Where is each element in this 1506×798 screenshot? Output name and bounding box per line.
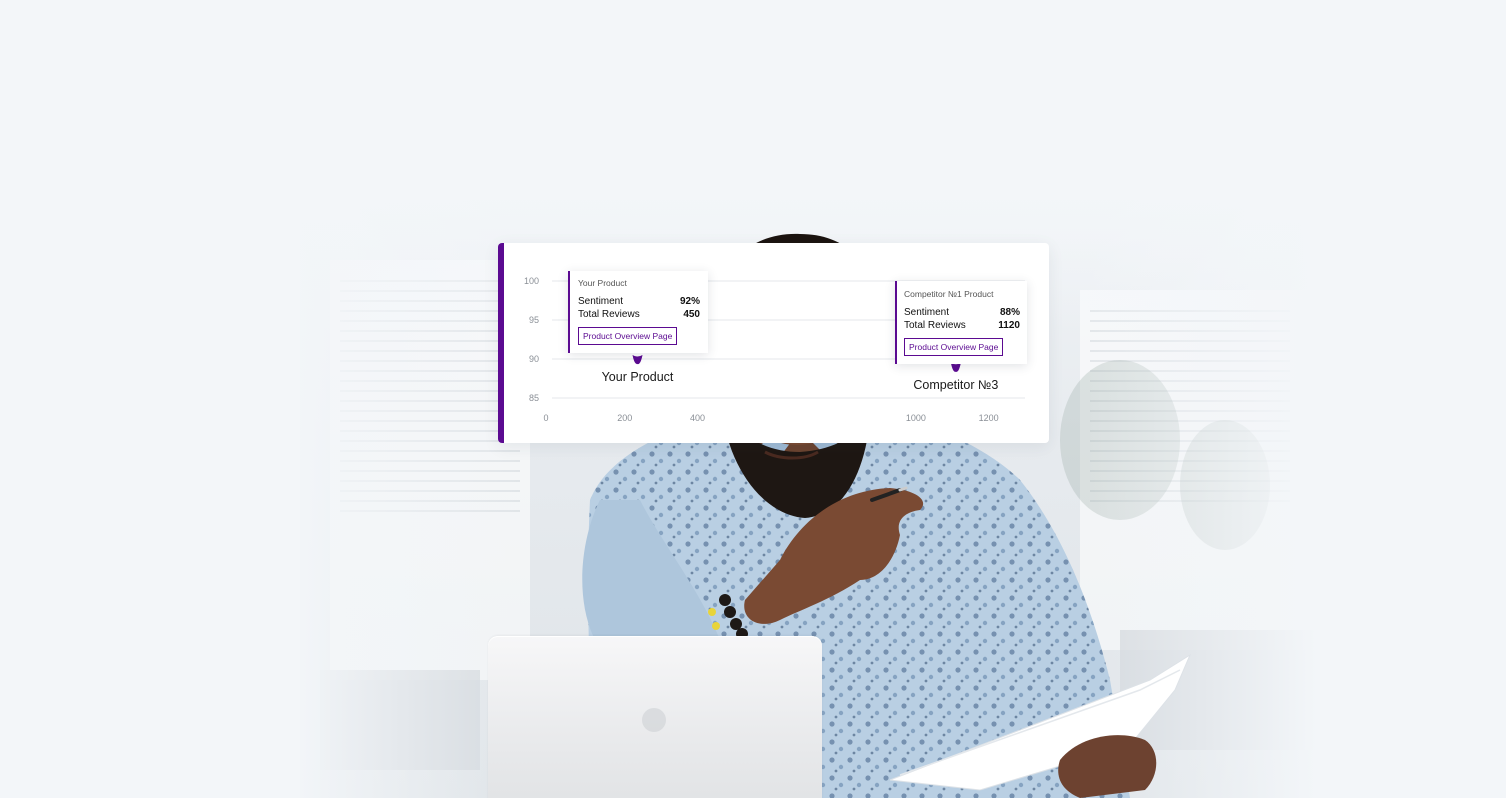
product-overview-page-button[interactable]: Product Overview Page xyxy=(904,338,1004,356)
data-point-marker-icon[interactable] xyxy=(632,355,643,365)
total-reviews-value: 1120 xyxy=(998,320,1020,331)
hero-scene: 100 95 90 85 0 200 400 1000 1200 Your Product Comp… xyxy=(0,0,1506,798)
total-reviews-row: Total Reviews 1120 xyxy=(904,319,1020,332)
tooltip-competitor-product: Competitor №1 Product Sentiment 88% Tota… xyxy=(895,281,1027,364)
tooltip-title: Your Product xyxy=(578,278,627,288)
total-reviews-value: 450 xyxy=(683,309,700,320)
total-reviews-row: Total Reviews 450 xyxy=(578,308,700,321)
data-point xyxy=(632,355,643,365)
data-point xyxy=(950,362,961,372)
x-tick-label: 1000 xyxy=(906,413,926,423)
total-reviews-label: Total Reviews xyxy=(904,320,966,331)
sentiment-value: 92% xyxy=(679,296,700,307)
sentiment-value: 88% xyxy=(999,307,1020,318)
data-point-label: Your Product xyxy=(602,370,674,384)
laptop-logo-icon xyxy=(642,708,666,732)
sentiment-row: Sentiment 92% xyxy=(578,295,700,308)
y-tick-label: 100 xyxy=(524,276,539,286)
x-tick-label: 200 xyxy=(617,413,632,423)
product-overview-page-button[interactable]: Product Overview Page xyxy=(578,327,678,345)
data-point-label: Competitor №3 xyxy=(913,378,998,392)
tooltip-title: Competitor №1 Product xyxy=(904,289,994,299)
sentiment-row: Sentiment 88% xyxy=(904,306,1020,319)
data-point-marker-icon[interactable] xyxy=(950,362,961,372)
total-reviews-label: Total Reviews xyxy=(578,309,640,320)
x-tick-label: 1200 xyxy=(979,413,999,423)
y-tick-label: 95 xyxy=(529,315,539,325)
y-tick-label: 90 xyxy=(529,354,539,364)
sentiment-label: Sentiment xyxy=(904,307,950,318)
tooltip-your-product: Your Product Sentiment 92% Total Reviews… xyxy=(568,271,708,353)
sentiment-label: Sentiment xyxy=(578,296,624,307)
x-tick-label: 400 xyxy=(690,413,705,423)
laptop xyxy=(488,636,822,798)
x-tick-label: 0 xyxy=(543,413,548,423)
y-tick-label: 85 xyxy=(529,393,539,403)
